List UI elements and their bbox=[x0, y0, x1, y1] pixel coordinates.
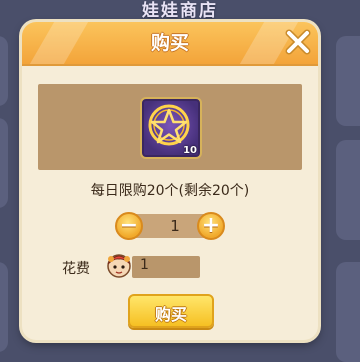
doll-coin-icon bbox=[107, 254, 131, 278]
plus-icon: + bbox=[201, 213, 221, 238]
dialog-header: 购买 bbox=[22, 22, 318, 66]
shop-panel bbox=[336, 36, 360, 126]
item-slot[interactable]: 10 bbox=[140, 97, 202, 159]
shop-panel bbox=[336, 140, 360, 240]
shop-panel bbox=[0, 36, 8, 106]
dialog-title: 购买 bbox=[150, 32, 189, 54]
shop-panel bbox=[0, 262, 8, 352]
purchase-dialog: 购买 10 每日限购20个(剩余20个) 1 − + 花费 1 购买 bbox=[22, 22, 318, 340]
close-x-icon bbox=[285, 29, 311, 55]
cost-label: 花费 bbox=[62, 261, 90, 277]
increase-quantity-button[interactable]: + bbox=[197, 212, 225, 240]
decrease-quantity-button[interactable]: − bbox=[115, 212, 143, 240]
minus-icon: − bbox=[119, 213, 139, 238]
buy-button-label: 购买 bbox=[154, 305, 187, 324]
item-count: 10 bbox=[183, 145, 197, 156]
buy-button[interactable]: 购买 bbox=[128, 294, 214, 328]
purchase-limit-text: 每日限购20个(剩余20个) bbox=[90, 183, 250, 199]
shop-title: 娃娃商店 bbox=[142, 1, 218, 21]
shop-panel bbox=[0, 118, 8, 208]
shop-panel bbox=[336, 262, 360, 362]
cost-value: 1 bbox=[140, 257, 149, 273]
close-button[interactable] bbox=[282, 26, 314, 58]
